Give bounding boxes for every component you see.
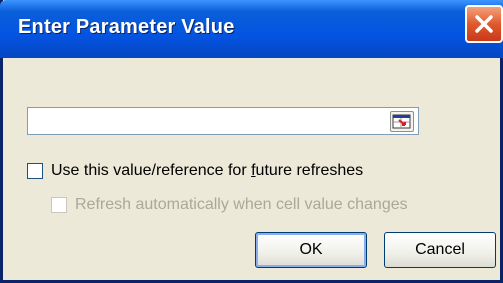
auto-refresh-checkbox <box>51 197 67 213</box>
collapse-dialog-button[interactable] <box>390 111 414 132</box>
future-refreshes-label-part1: Use this value/reference for <box>51 162 252 179</box>
reference-input[interactable] <box>27 107 419 135</box>
title-bar[interactable]: Enter Parameter Value <box>0 0 503 58</box>
enter-parameter-dialog: Enter Parameter Value Use this value/ref… <box>0 0 503 283</box>
future-refreshes-checkbox[interactable] <box>27 163 43 179</box>
close-button[interactable] <box>465 5 503 43</box>
auto-refresh-label: Refresh automatically when cell value ch… <box>75 196 408 213</box>
ok-button[interactable]: OK <box>255 232 367 268</box>
collapse-dialog-icon <box>392 114 411 129</box>
auto-refresh-option: Refresh automatically when cell value ch… <box>51 196 408 214</box>
dialog-title: Enter Parameter Value <box>18 16 235 38</box>
cancel-button[interactable]: Cancel <box>384 232 496 268</box>
future-refreshes-option[interactable]: Use this value/reference for future refr… <box>27 162 363 180</box>
close-icon <box>475 15 493 33</box>
future-refreshes-label-part2: uture refreshes <box>255 162 364 179</box>
future-refreshes-label: Use this value/reference for future refr… <box>51 162 363 180</box>
